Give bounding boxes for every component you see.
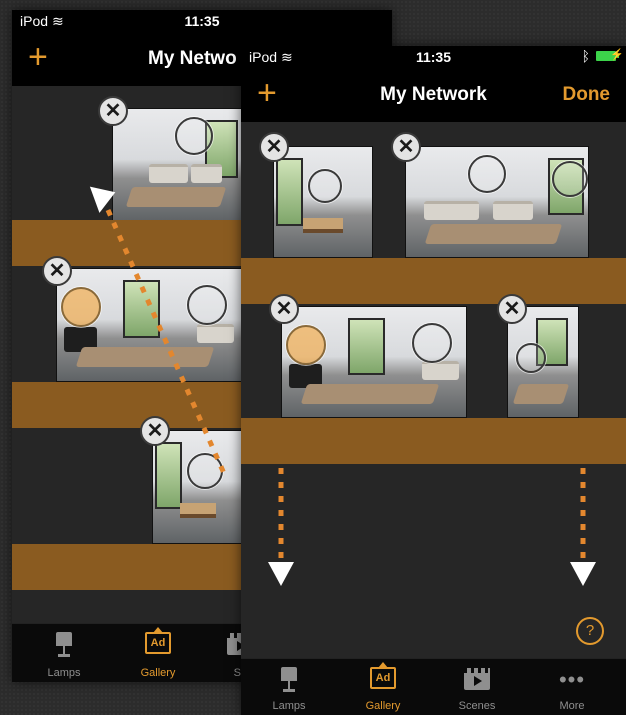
lamp-marker[interactable] xyxy=(175,117,213,155)
scenes-icon xyxy=(464,668,490,690)
photo-window xyxy=(123,280,161,338)
lamp-icon xyxy=(55,632,73,658)
lamp-marker[interactable] xyxy=(187,453,223,489)
photo-rug xyxy=(125,187,226,208)
gallery-content: ✕ ✕ ✕ ✕ ? xyxy=(241,122,626,659)
remove-photo-button[interactable]: ✕ xyxy=(140,416,170,446)
tab-label: More xyxy=(559,700,585,712)
tab-gallery[interactable]: Ad Gallery xyxy=(335,659,431,715)
gallery-icon: Ad xyxy=(145,627,171,654)
tab-more[interactable]: ••• More xyxy=(524,659,620,715)
charging-icon: ⚡ xyxy=(610,49,624,61)
photo-rug xyxy=(424,224,563,244)
remove-photo-button[interactable]: ✕ xyxy=(269,294,299,324)
room-photo[interactable] xyxy=(152,430,244,544)
room-band[interactable] xyxy=(241,418,626,464)
photo-rug xyxy=(513,384,570,404)
done-button[interactable]: Done xyxy=(563,84,611,106)
gallery-icon: Ad xyxy=(370,662,396,689)
photo-table xyxy=(180,503,216,519)
room-photo[interactable] xyxy=(56,268,242,382)
clock: 11:35 xyxy=(415,49,452,65)
photo-window xyxy=(154,442,183,509)
lamp-marker-on[interactable] xyxy=(286,325,326,365)
drag-hint-dotted-line xyxy=(278,468,284,558)
front-phone-screen: iPod ≋ 11:35 ᛒ ⚡ + My Network Done ✕ ✕ ✕… xyxy=(241,46,626,715)
arrow-down-icon xyxy=(268,562,294,586)
drag-hint-dotted-line xyxy=(580,468,586,558)
photo-rug xyxy=(75,347,215,368)
photo-sofa xyxy=(149,164,189,183)
lamp-marker[interactable] xyxy=(516,343,546,373)
photo-rug xyxy=(300,384,440,404)
tab-label: Lamps xyxy=(47,667,81,679)
lamp-marker[interactable] xyxy=(552,161,588,197)
add-button[interactable]: + xyxy=(28,40,48,74)
photo-window xyxy=(348,318,386,375)
help-button[interactable]: ? xyxy=(576,617,604,645)
tab-scenes[interactable]: Scenes xyxy=(429,659,525,715)
tab-label: Gallery xyxy=(365,700,401,712)
clock: 11:35 xyxy=(184,13,220,29)
room-photo[interactable] xyxy=(405,146,589,258)
lamp-marker[interactable] xyxy=(308,169,342,203)
room-photo[interactable] xyxy=(273,146,373,258)
room-photo[interactable] xyxy=(281,306,467,418)
photo-window xyxy=(275,158,304,226)
lamp-marker[interactable] xyxy=(187,285,227,325)
photo-sofa xyxy=(424,201,479,220)
tab-lamps[interactable]: Lamps xyxy=(16,624,112,682)
nav-bar: + My Network Done xyxy=(241,68,626,122)
more-icon: ••• xyxy=(558,667,586,692)
remove-photo-button[interactable]: ✕ xyxy=(259,132,289,162)
status-bar: iPod ≋ 11:35 xyxy=(12,10,392,32)
tab-bar: Lamps Ad Gallery Scenes ••• More xyxy=(241,658,626,715)
photo-sofa xyxy=(421,361,459,380)
remove-photo-button[interactable]: ✕ xyxy=(98,96,128,126)
lamp-marker[interactable] xyxy=(468,155,506,193)
remove-photo-button[interactable]: ✕ xyxy=(42,256,72,286)
lamp-marker[interactable] xyxy=(412,323,452,363)
room-photo[interactable] xyxy=(112,108,244,222)
remove-photo-button[interactable]: ✕ xyxy=(497,294,527,324)
remove-photo-button[interactable]: ✕ xyxy=(391,132,421,162)
tab-label: Lamps xyxy=(272,700,306,712)
bluetooth-icon: ᛒ xyxy=(581,48,590,64)
tab-lamps[interactable]: Lamps xyxy=(241,659,337,715)
photo-table xyxy=(303,217,343,233)
tab-label: Scenes xyxy=(458,700,496,712)
lamp-marker-on[interactable] xyxy=(61,287,101,327)
photo-sofa xyxy=(196,324,234,343)
room-band[interactable] xyxy=(241,258,626,304)
arrow-down-icon xyxy=(570,562,596,586)
photo-sofa xyxy=(493,201,534,220)
photo-sofa xyxy=(191,164,223,183)
status-bar: iPod ≋ 11:35 ᛒ ⚡ xyxy=(241,46,626,68)
lamp-icon xyxy=(280,667,298,693)
